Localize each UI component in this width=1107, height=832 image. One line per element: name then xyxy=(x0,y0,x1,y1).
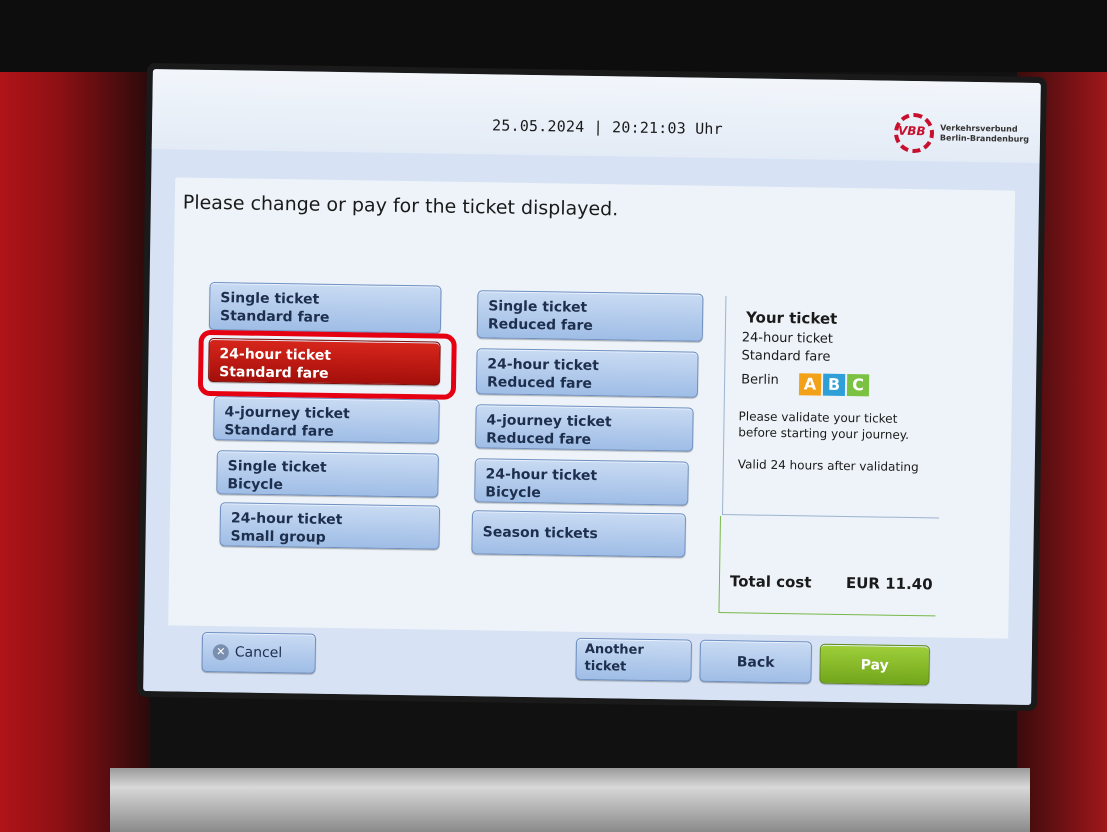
ticket-button-line2: Bicycle xyxy=(227,476,284,494)
ticket-single-bicycle-button[interactable]: Single ticket Bicycle xyxy=(216,450,439,498)
vbb-logo-line2: Berlin-Brandenburg xyxy=(939,133,1030,144)
header-bar: 25.05.2024 | 20:21:03 Uhr VBB Verkehrsve… xyxy=(151,69,1041,164)
season-tickets-button[interactable]: Season tickets xyxy=(471,510,687,558)
ticket-button-line1: Season tickets xyxy=(482,524,598,543)
summary-fare: Standard fare xyxy=(741,348,831,365)
vbb-logo: VBB Verkehrsverbund Berlin-Brandenburg xyxy=(893,112,1035,155)
total-cost-label: Total cost xyxy=(729,572,812,592)
pay-label: Pay xyxy=(860,657,889,674)
summary-ticket: 24-hour ticket xyxy=(741,330,834,347)
cancel-label: Cancel xyxy=(234,644,283,662)
machine-shelf xyxy=(110,768,1030,832)
ticket-button-line2: Standard fare xyxy=(219,308,330,326)
total-cost-value: EUR 11.40 xyxy=(845,574,933,594)
zone-c-badge: C xyxy=(846,374,870,397)
ticket-24hour-reduced-button[interactable]: 24-hour ticket Reduced fare xyxy=(475,348,699,398)
zone-a-badge: A xyxy=(798,373,822,396)
ticket-24hour-standard-button[interactable]: 24-hour ticket Standard fare xyxy=(208,337,441,386)
ticket-button-line2: Standard fare xyxy=(219,364,329,382)
pay-button[interactable]: Pay xyxy=(819,643,930,686)
ticket-button-line2: Reduced fare xyxy=(486,374,593,392)
vbb-logo-abbr: VBB xyxy=(897,123,926,139)
ticket-single-reduced-button[interactable]: Single ticket Reduced fare xyxy=(476,290,704,342)
ticket-4journey-reduced-button[interactable]: 4-journey ticket Reduced fare xyxy=(475,404,694,452)
cancel-button[interactable]: ✕ Cancel xyxy=(201,631,317,674)
validity-note: Valid 24 hours after validating xyxy=(737,457,919,475)
datetime-display: 25.05.2024 | 20:21:03 Uhr xyxy=(491,116,723,139)
ticket-button-line2: Small group xyxy=(230,528,326,546)
back-label: Back xyxy=(736,654,775,671)
machine-housing-top xyxy=(0,0,1107,72)
ticket-single-standard-button[interactable]: Single ticket Standard fare xyxy=(208,281,442,334)
zone-b-badge: B xyxy=(822,373,846,396)
ticket-24hour-bicycle-button[interactable]: 24-hour ticket Bicycle xyxy=(474,458,689,506)
ticket-machine-screen: 25.05.2024 | 20:21:03 Uhr VBB Verkehrsve… xyxy=(143,69,1041,705)
vbb-logo-text: Verkehrsverbund Berlin-Brandenburg xyxy=(940,123,1029,144)
ticket-button-line2: Standard fare xyxy=(224,422,334,440)
summary-title: Your ticket xyxy=(745,308,838,328)
back-button[interactable]: Back xyxy=(699,639,813,684)
ticket-button-line2: Reduced fare xyxy=(486,430,592,448)
another-ticket-line2: ticket xyxy=(584,658,627,675)
validate-note-line2: before starting your journey. xyxy=(738,425,910,442)
another-ticket-line1: Another xyxy=(584,641,644,658)
ticket-button-line2: Reduced fare xyxy=(487,316,593,335)
ticket-24hour-smallgroup-button[interactable]: 24-hour ticket Small group xyxy=(219,502,441,550)
total-cost-box: Total cost EUR 11.40 xyxy=(718,516,937,617)
ticket-4journey-standard-button[interactable]: 4-journey ticket Standard fare xyxy=(213,396,440,444)
close-icon: ✕ xyxy=(212,644,229,661)
summary-area: Berlin xyxy=(741,372,779,388)
machine-housing-left xyxy=(0,0,150,832)
ticket-button-line2: Bicycle xyxy=(485,484,541,502)
ticket-summary: Your ticket 24-hour ticket Standard fare… xyxy=(722,296,943,519)
another-ticket-button[interactable]: Another ticket xyxy=(575,637,693,682)
